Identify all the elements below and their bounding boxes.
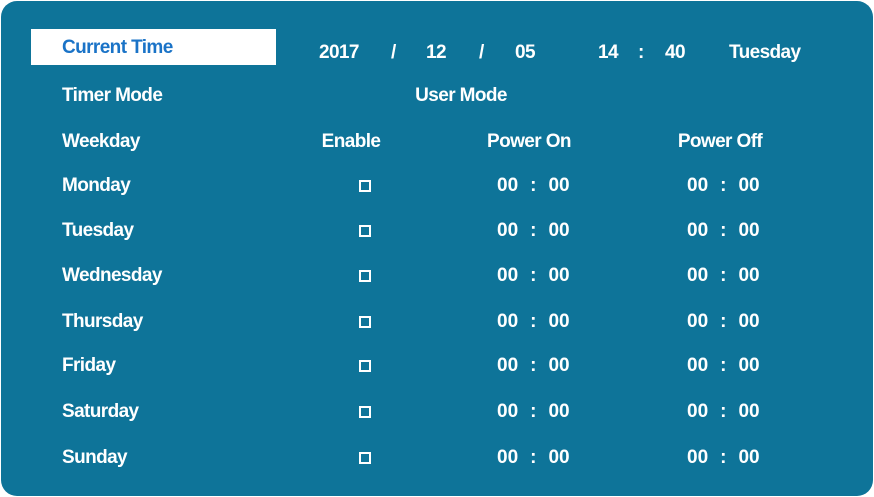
power-off-time[interactable]: 00:00 xyxy=(687,446,760,470)
minute-value[interactable]: 40 xyxy=(665,41,686,65)
year-value[interactable]: 2017 xyxy=(319,41,359,65)
hour-field[interactable]: 00 xyxy=(687,174,708,198)
power-off-time[interactable]: 00:00 xyxy=(687,264,760,288)
day-label: Sunday xyxy=(62,447,128,468)
hour-field[interactable]: 00 xyxy=(687,310,708,334)
timer-mode-value[interactable]: User Mode xyxy=(415,84,507,108)
power-on-time[interactable]: 00:00 xyxy=(497,219,570,243)
time-colon: : xyxy=(720,220,727,241)
weekday-value: Tuesday xyxy=(729,42,801,63)
hour-field[interactable]: 00 xyxy=(497,174,518,198)
time-colon: : xyxy=(720,175,727,196)
power-on-header: Power On xyxy=(487,131,571,152)
hour-field[interactable]: 00 xyxy=(497,446,518,470)
minute-field[interactable]: 00 xyxy=(548,174,569,198)
hour-field[interactable]: 00 xyxy=(497,310,518,334)
day-label: Friday xyxy=(62,355,116,376)
enable-checkbox[interactable] xyxy=(359,270,371,282)
time-colon: : xyxy=(638,42,644,63)
power-off-time[interactable]: 00:00 xyxy=(687,219,760,243)
day-label: Monday xyxy=(62,175,131,196)
enable-checkbox[interactable] xyxy=(359,452,371,464)
power-on-time[interactable]: 00:00 xyxy=(497,264,570,288)
hour-field[interactable]: 00 xyxy=(497,219,518,243)
day-label: Thursday xyxy=(62,311,143,332)
power-on-time[interactable]: 00:00 xyxy=(497,446,570,470)
time-colon: : xyxy=(720,265,727,286)
date-separator: / xyxy=(479,42,484,63)
month-value[interactable]: 12 xyxy=(426,41,447,65)
hour-value[interactable]: 14 xyxy=(598,41,619,65)
minute-field[interactable]: 00 xyxy=(548,310,569,334)
minute-field[interactable]: 00 xyxy=(738,400,759,424)
power-off-time[interactable]: 00:00 xyxy=(687,174,760,198)
time-colon: : xyxy=(720,355,727,376)
minute-field[interactable]: 00 xyxy=(548,400,569,424)
day-label: Saturday xyxy=(62,401,139,422)
date-separator: / xyxy=(391,42,396,63)
time-colon: : xyxy=(720,311,727,332)
enable-checkbox[interactable] xyxy=(359,406,371,418)
minute-field[interactable]: 00 xyxy=(738,446,759,470)
power-on-time[interactable]: 00:00 xyxy=(497,310,570,334)
time-colon: : xyxy=(530,355,537,376)
time-colon: : xyxy=(530,447,537,468)
timer-mode-label[interactable]: Timer Mode xyxy=(62,84,163,108)
timer-settings-panel: Current Time 2017 / 12 / 05 14 : 40 Tues… xyxy=(1,1,873,496)
power-on-time[interactable]: 00:00 xyxy=(497,174,570,198)
enable-header: Enable xyxy=(321,131,381,152)
time-colon: : xyxy=(530,311,537,332)
minute-field[interactable]: 00 xyxy=(738,264,759,288)
power-off-time[interactable]: 00:00 xyxy=(687,354,760,378)
power-off-time[interactable]: 00:00 xyxy=(687,310,760,334)
hour-field[interactable]: 00 xyxy=(687,264,708,288)
minute-field[interactable]: 00 xyxy=(738,174,759,198)
minute-field[interactable]: 00 xyxy=(738,310,759,334)
minute-field[interactable]: 00 xyxy=(548,446,569,470)
time-colon: : xyxy=(720,447,727,468)
enable-checkbox[interactable] xyxy=(359,360,371,372)
time-colon: : xyxy=(530,401,537,422)
enable-checkbox[interactable] xyxy=(359,180,371,192)
time-colon: : xyxy=(530,265,537,286)
hour-field[interactable]: 00 xyxy=(497,354,518,378)
hour-field[interactable]: 00 xyxy=(687,400,708,424)
minute-field[interactable]: 00 xyxy=(738,219,759,243)
minute-field[interactable]: 00 xyxy=(548,354,569,378)
power-off-time[interactable]: 00:00 xyxy=(687,400,760,424)
enable-checkbox[interactable] xyxy=(359,316,371,328)
time-colon: : xyxy=(530,220,537,241)
hour-field[interactable]: 00 xyxy=(687,219,708,243)
hour-field[interactable]: 00 xyxy=(497,264,518,288)
power-off-header: Power Off xyxy=(677,131,763,152)
minute-field[interactable]: 00 xyxy=(548,264,569,288)
day-value[interactable]: 05 xyxy=(515,41,536,65)
hour-field[interactable]: 00 xyxy=(687,354,708,378)
current-time-label[interactable]: Current Time xyxy=(62,36,173,60)
weekday-header: Weekday xyxy=(62,131,140,152)
day-label: Tuesday xyxy=(62,220,134,241)
enable-checkbox[interactable] xyxy=(359,225,371,237)
minute-field[interactable]: 00 xyxy=(548,219,569,243)
power-on-time[interactable]: 00:00 xyxy=(497,400,570,424)
power-on-time[interactable]: 00:00 xyxy=(497,354,570,378)
day-label: Wednesday xyxy=(62,265,162,286)
hour-field[interactable]: 00 xyxy=(687,446,708,470)
minute-field[interactable]: 00 xyxy=(738,354,759,378)
hour-field[interactable]: 00 xyxy=(497,400,518,424)
time-colon: : xyxy=(720,401,727,422)
time-colon: : xyxy=(530,175,537,196)
